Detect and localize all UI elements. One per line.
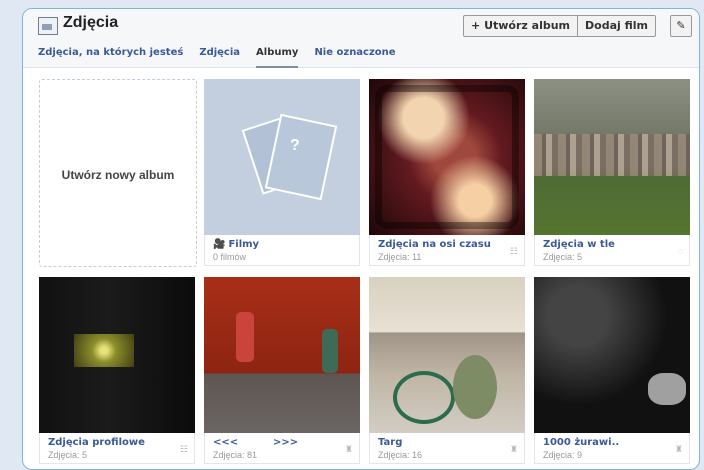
photos-panel: Zdjęcia + Utwórz album Dodaj film ✎ Zdję… — [22, 8, 700, 470]
privacy-icon: ♜ — [674, 444, 683, 454]
album-cover-image[interactable] — [39, 277, 195, 433]
album-info: 1000 żurawi.. Zdjęcia: 9 ♜ — [534, 433, 690, 464]
album-count: Zdjęcia: 5 — [543, 252, 583, 262]
create-album-button[interactable]: + Utwórz album — [464, 16, 577, 36]
photos-tabs: Zdjęcia, na których jesteś Zdjęcia Album… — [38, 47, 396, 68]
album-name[interactable]: 1000 żurawi.. — [543, 437, 619, 448]
album-info: Zdjęcia na osi czasu Zdjęcia: 11 ☷ — [369, 235, 525, 266]
create-new-album-card[interactable]: Utwórz nowy album — [39, 79, 197, 267]
tab-photos-of-you[interactable]: Zdjęcia, na których jesteś — [38, 47, 183, 58]
tab-untagged[interactable]: Nie oznaczone — [314, 47, 395, 58]
album-card-arrows[interactable]: <<< >>> Zdjęcia: 81 ♜ — [204, 277, 360, 464]
privacy-icon: ♜ — [509, 444, 518, 454]
album-placeholder-image[interactable]: ? — [204, 79, 360, 235]
tab-albums[interactable]: Albumy — [256, 47, 299, 68]
pencil-icon[interactable]: ✎ — [670, 15, 692, 37]
album-name[interactable]: Zdjęcia w tle — [543, 239, 615, 250]
album-action-buttons: + Utwórz album Dodaj film — [463, 15, 656, 37]
album-count: Zdjęcia: 9 — [543, 450, 583, 460]
album-card-timeline-photos[interactable]: Zdjęcia na osi czasu Zdjęcia: 11 ☷ — [369, 79, 525, 266]
album-count: Zdjęcia: 11 — [378, 252, 422, 262]
add-film-button[interactable]: Dodaj film — [577, 16, 655, 36]
album-card-1000-cranes[interactable]: 1000 żurawi.. Zdjęcia: 9 ♜ — [534, 277, 690, 464]
photos-icon — [38, 17, 58, 35]
album-info: Zdjęcia profilowe Zdjęcia: 5 ☷ — [39, 433, 195, 464]
album-info: 🎥 Filmy 0 filmów — [204, 235, 360, 266]
album-card-profile-photos[interactable]: Zdjęcia profilowe Zdjęcia: 5 ☷ — [39, 277, 195, 464]
album-name[interactable]: Zdjęcia profilowe — [48, 437, 145, 448]
create-new-album-label: Utwórz nowy album — [61, 168, 175, 182]
album-cover-image[interactable] — [369, 277, 525, 433]
privacy-icon: ☷ — [509, 246, 518, 256]
film-icon: 🎥 — [213, 239, 226, 250]
album-cover-image[interactable] — [534, 79, 690, 235]
album-count: 0 filmów — [213, 252, 247, 262]
page-title: Zdjęcia — [63, 14, 119, 31]
album-name[interactable]: Targ — [378, 437, 402, 448]
album-name[interactable]: <<< >>> — [213, 437, 298, 448]
album-name-films[interactable]: 🎥 Filmy — [213, 239, 259, 250]
tab-photos[interactable]: Zdjęcia — [199, 47, 240, 58]
album-cover-image[interactable] — [369, 79, 525, 235]
privacy-icon: ◌ — [677, 246, 683, 256]
album-info: <<< >>> Zdjęcia: 81 ♜ — [204, 433, 360, 464]
privacy-icon: ☷ — [179, 444, 188, 454]
album-card-films[interactable]: ? 🎥 Filmy 0 filmów — [204, 79, 360, 266]
album-card-targ[interactable]: Targ Zdjęcia: 16 ♜ — [369, 277, 525, 464]
album-name[interactable]: Zdjęcia na osi czasu — [378, 239, 491, 250]
album-grid: Utwórz nowy album ? 🎥 Filmy 0 filmów Zdję… — [39, 79, 695, 469]
privacy-icon: ♜ — [344, 444, 353, 454]
album-cover-image[interactable] — [534, 277, 690, 433]
question-mark-icon: ? — [290, 137, 300, 154]
album-info: Zdjęcia w tle Zdjęcia: 5 ◌ — [534, 235, 690, 266]
album-card-cover-photos[interactable]: Zdjęcia w tle Zdjęcia: 5 ◌ — [534, 79, 690, 266]
photos-header: Zdjęcia + Utwórz album Dodaj film ✎ Zdję… — [23, 9, 699, 68]
album-cover-image[interactable] — [204, 277, 360, 433]
album-count: Zdjęcia: 81 — [213, 450, 258, 460]
album-count: Zdjęcia: 16 — [378, 450, 423, 460]
album-count: Zdjęcia: 5 — [48, 450, 88, 460]
album-info: Targ Zdjęcia: 16 ♜ — [369, 433, 525, 464]
